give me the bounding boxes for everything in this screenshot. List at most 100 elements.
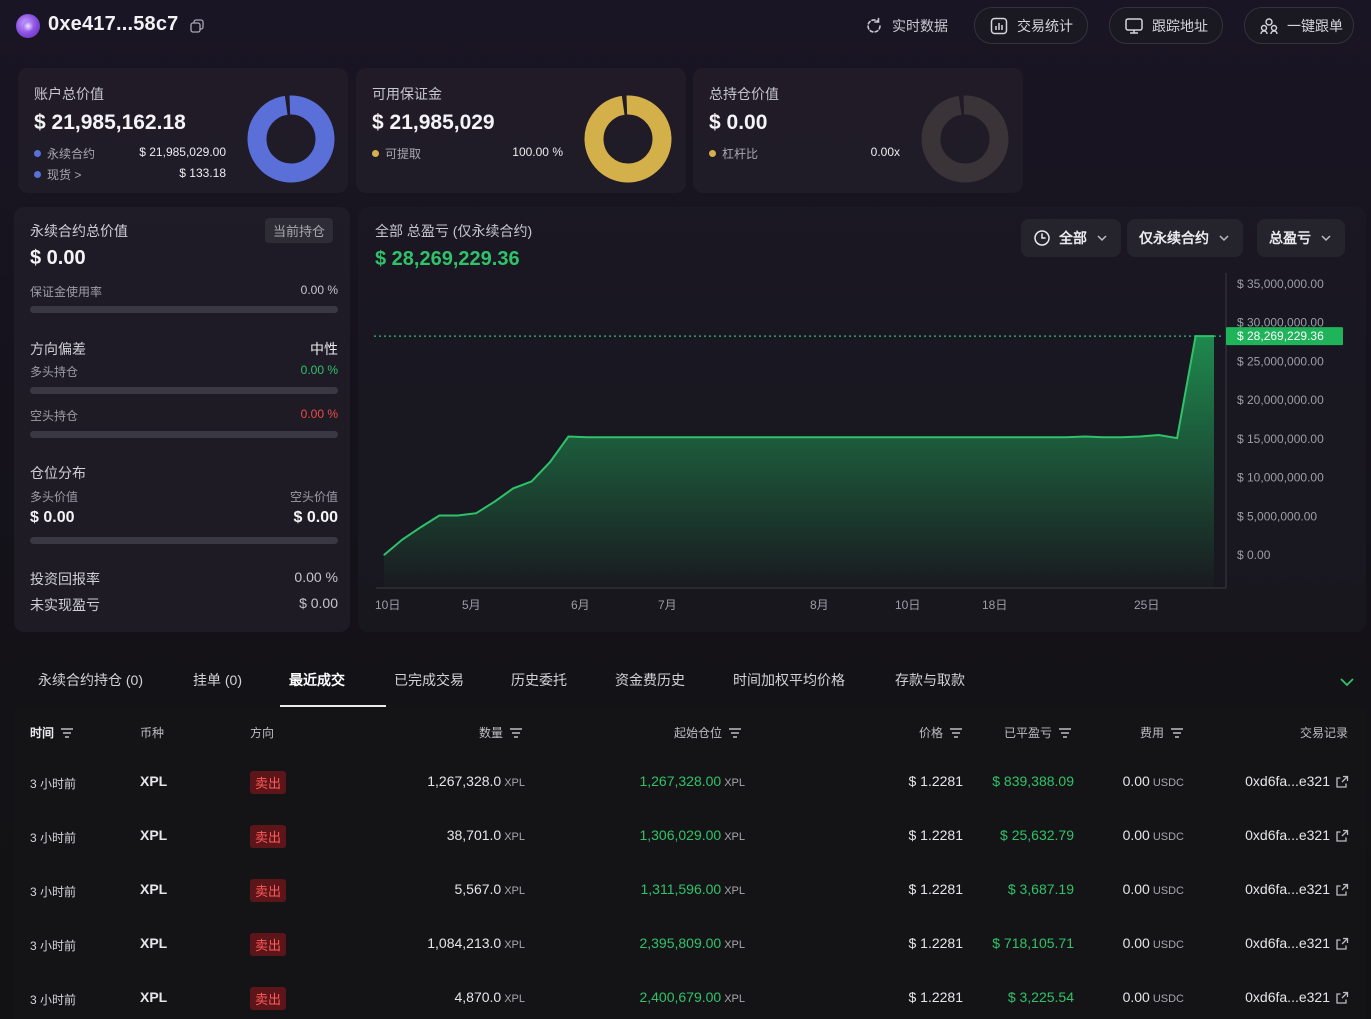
tx-link[interactable]: 0xd6fa...e321 — [1245, 881, 1330, 897]
qty-value: 1,084,213.0 — [427, 935, 502, 951]
external-link-icon[interactable] — [1335, 829, 1349, 843]
pnl-point — [623, 436, 625, 439]
external-link-icon[interactable] — [1335, 775, 1349, 789]
filter-icon — [950, 727, 963, 738]
col-qty[interactable]: 数量 — [479, 724, 523, 741]
nav-realtime-data[interactable]: 实时数据 — [864, 10, 948, 42]
refresh-icon — [867, 17, 881, 33]
market-type-dropdown[interactable]: 仅永续合约 — [1127, 219, 1243, 257]
tx-link[interactable]: 0xd6fa...e321 — [1245, 989, 1330, 1005]
legend-label: 杠杆比 — [722, 147, 759, 161]
nav-track-address-button[interactable]: 跟踪地址 — [1109, 7, 1223, 44]
pnl-point — [530, 480, 533, 483]
pnl-point — [881, 436, 883, 439]
col-price[interactable]: 价格 — [919, 724, 963, 741]
card-title: 可用保证金 — [372, 86, 442, 102]
legend-dot — [34, 150, 41, 157]
cell-price: $ 1.2281 — [908, 881, 964, 897]
pnl-point — [696, 436, 699, 439]
side-badge: 卖出 — [250, 987, 287, 1010]
tab-completed-trades[interactable]: 已完成交易 — [394, 670, 464, 690]
external-link-icon[interactable] — [1335, 937, 1349, 951]
cell-fee: 0.00 USDC — [1123, 881, 1184, 897]
tab-twap[interactable]: 时间加权平均价格 — [733, 670, 845, 690]
external-link-icon[interactable] — [1335, 991, 1349, 1005]
cell-closed-pnl: $ 3,225.54 — [1007, 989, 1074, 1005]
table-row[interactable]: 3 小时前 XPL 卖出 38,701.0 XPL 1,306,029.00 XPL $ 1.… — [14, 807, 1366, 861]
tab-deposits-withdrawals[interactable]: 存款与取款 — [895, 670, 965, 690]
cell-time: 3 小时前 — [30, 777, 77, 791]
current-position-badge[interactable]: 当前持仓 — [265, 218, 334, 243]
available-margin-card: 可用保证金 $ 21,985,029 可提取 100.00 % — [356, 68, 686, 193]
start-unit: XPL — [724, 993, 745, 1005]
nav-copy-trade-button[interactable]: 一键跟单 — [1244, 7, 1354, 44]
tab-order-history[interactable]: 历史委托 — [511, 670, 567, 690]
copy-icon[interactable] — [190, 19, 204, 33]
tx-link[interactable]: 0xd6fa...e321 — [1245, 827, 1330, 843]
fee-value: 0.00 — [1122, 773, 1150, 789]
table-row[interactable]: 3 小时前 XPL 卖出 4,870.0 XPL 2,400,679.00 XPL $ 1.2… — [14, 969, 1366, 1019]
short-worth-label: 空头价值 — [289, 490, 338, 504]
col-fee[interactable]: 费用 — [1140, 724, 1184, 741]
leverage-label: 杠杆比 — [709, 145, 758, 162]
pnl-point — [567, 435, 570, 438]
tx-link[interactable]: 0xd6fa...e321 — [1245, 935, 1330, 951]
pnl-area-chart[interactable]: $ 0.00 $ 5,000,000.00 $ 10,000,000.00 $ 15,… — [358, 265, 1366, 625]
spot-row-link[interactable]: 现货 > — [34, 166, 81, 183]
external-link-icon[interactable] — [1335, 883, 1349, 897]
pnl-plot-area — [374, 273, 1227, 589]
pnl-point — [715, 436, 717, 439]
y-tick-label: $ 0.00 — [1237, 548, 1271, 562]
pnl-type-dropdown[interactable]: 总盈亏 — [1257, 219, 1345, 257]
x-tick-label: 25日 — [1134, 598, 1159, 612]
recent-fills-table: 时间 币种 方向 数量 起始仓位 价格 已平盈亏 费用 交易记录 3 小时前 XP… — [14, 709, 1366, 1019]
fee-value: 0.00 — [1122, 989, 1150, 1005]
margin-donut-chart — [584, 95, 672, 183]
pnl-point — [1065, 436, 1068, 439]
long-position-label: 多头持仓 — [30, 365, 79, 379]
col-start-position[interactable]: 起始仓位 — [674, 724, 742, 741]
distribution-bar — [30, 537, 338, 544]
table-row[interactable]: 3 小时前 XPL 卖出 5,567.0 XPL 1,311,596.00 XPL $ 1.2… — [14, 861, 1366, 915]
tx-link[interactable]: 0xd6fa...e321 — [1245, 773, 1330, 789]
cell-qty: 5,567.0 XPL — [454, 881, 525, 897]
pnl-point — [1121, 436, 1123, 439]
col-closed-pnl[interactable]: 已平盈亏 — [1004, 724, 1072, 741]
pnl-point — [678, 436, 680, 439]
cell-coin: XPL — [140, 881, 168, 897]
pnl-point — [789, 436, 791, 439]
pnl-point — [512, 487, 514, 490]
pnl-point — [991, 436, 994, 439]
pnl-point — [955, 436, 957, 439]
pnl-type-label: 总盈亏 — [1269, 230, 1311, 246]
market-type-label: 仅永续合约 — [1139, 230, 1209, 246]
tab-perp-positions[interactable]: 永续合约持仓 (0) — [38, 670, 143, 690]
x-tick-label: 18日 — [982, 598, 1007, 612]
tab-recent-fills[interactable]: 最近成交 — [289, 670, 345, 690]
legend-dot — [709, 150, 716, 157]
table-row[interactable]: 3 小时前 XPL 卖出 1,267,328.0 XPL 1,267,328.00 XPL $… — [14, 753, 1366, 807]
pnl-point — [604, 436, 607, 439]
table-row[interactable]: 3 小时前 XPL 卖出 1,084,213.0 XPL 2,395,809.00 XPL $… — [14, 915, 1366, 969]
time-range-dropdown[interactable]: 全部 — [1021, 219, 1121, 257]
card-value: $ 0.00 — [709, 111, 768, 134]
legend-label: 现货 > — [47, 168, 82, 182]
perp-summary-panel: 永续合约总价值 当前持仓 $ 0.00 保证金使用率 0.00 % 方向偏差 中… — [14, 207, 350, 632]
tab-funding-history[interactable]: 资金费历史 — [615, 670, 685, 690]
chevron-down-icon — [1219, 235, 1229, 242]
col-time[interactable]: 时间 — [30, 724, 74, 741]
pnl-point — [733, 436, 736, 439]
collapse-chevron-icon[interactable] — [1338, 673, 1356, 691]
pnl-point — [659, 436, 662, 439]
filter-icon — [61, 727, 74, 738]
start-value: 1,267,328.00 — [639, 773, 722, 789]
cell-price: $ 1.2281 — [908, 827, 964, 843]
qty-unit: XPL — [504, 831, 525, 843]
y-tick-label: $ 5,000,000.00 — [1237, 509, 1317, 523]
cell-coin: XPL — [140, 935, 168, 951]
perp-total-title: 永续合约总价值 — [30, 223, 128, 239]
cell-time: 3 小时前 — [30, 993, 77, 1007]
cell-price: $ 1.2281 — [908, 935, 964, 951]
tab-open-orders[interactable]: 挂单 (0) — [193, 670, 242, 690]
nav-trade-stats-button[interactable]: 交易统计 — [974, 7, 1088, 44]
